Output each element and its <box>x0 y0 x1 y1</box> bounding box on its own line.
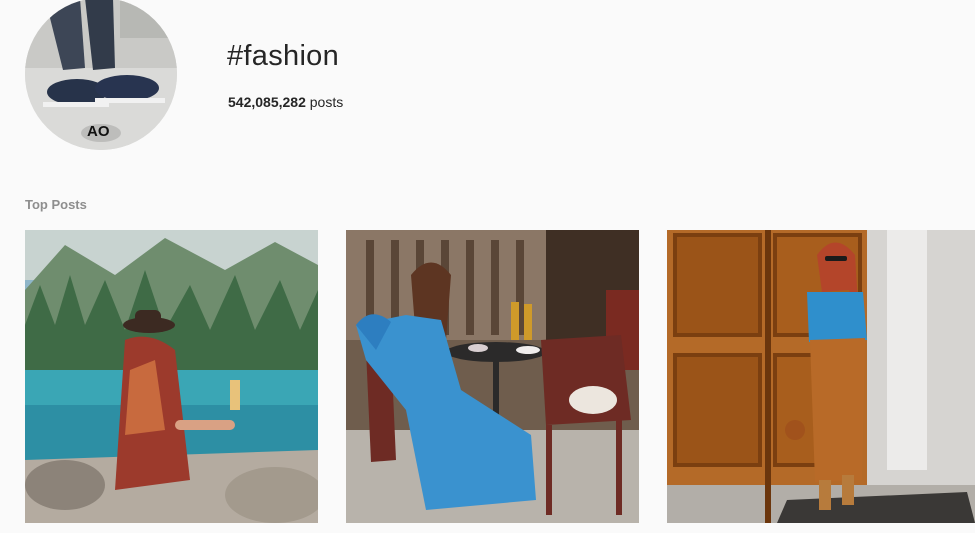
post-image <box>25 230 318 523</box>
post-image <box>346 230 639 523</box>
post-image <box>667 230 975 523</box>
post-count-number: 542,085,282 <box>228 94 306 110</box>
post-count: 542,085,282 posts <box>228 94 343 110</box>
avatar-logo: AO <box>87 123 110 140</box>
hashtag-title: #fashion <box>227 40 340 72</box>
post-tile[interactable] <box>25 230 318 523</box>
hashtag-header: AO #fashion 542,085,282 posts <box>0 0 975 160</box>
top-posts-label: Top Posts <box>25 197 87 212</box>
post-count-suffix: posts <box>305 94 344 110</box>
top-posts-grid <box>25 230 975 533</box>
post-tile[interactable] <box>346 230 639 523</box>
post-tile[interactable] <box>667 230 975 523</box>
hashtag-avatar: AO <box>25 0 177 150</box>
